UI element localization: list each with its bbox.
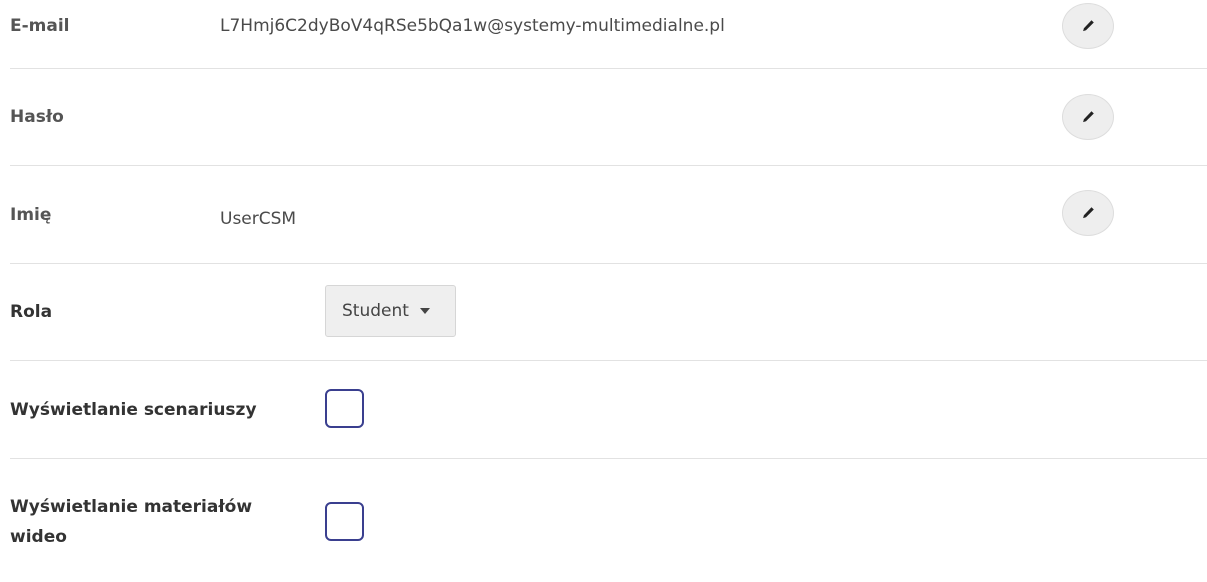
videos-checkbox[interactable] <box>325 502 364 541</box>
edit-name-button[interactable] <box>1062 190 1114 236</box>
password-label: Hasło <box>10 107 64 127</box>
role-dropdown-value: Student <box>342 301 409 321</box>
email-label: E-mail <box>10 16 70 36</box>
pencil-icon <box>1083 111 1094 123</box>
videos-row: Wyświetlanie materiałów wideo <box>10 459 1207 582</box>
scenarios-label: Wyświetlanie scenariuszy <box>10 400 257 420</box>
password-row: Hasło <box>10 68 1207 166</box>
name-label: Imię <box>10 205 52 225</box>
name-value: UserCSM <box>220 209 297 229</box>
pencil-icon <box>1083 20 1094 32</box>
role-row: Rola Student <box>10 264 1207 361</box>
email-row: E-mail L7Hmj6C2dyBoV4qRSe5bQa1w@systemy-… <box>10 0 1207 69</box>
videos-label: Wyświetlanie materiałów wideo <box>10 497 253 547</box>
scenarios-row: Wyświetlanie scenariuszy <box>10 361 1207 459</box>
scenarios-checkbox[interactable] <box>325 389 364 428</box>
name-row: Imię UserCSM <box>10 166 1207 264</box>
edit-password-button[interactable] <box>1062 94 1114 140</box>
email-value: L7Hmj6C2dyBoV4qRSe5bQa1w@systemy-multime… <box>220 16 725 36</box>
pencil-icon <box>1083 207 1094 219</box>
user-profile-form: E-mail L7Hmj6C2dyBoV4qRSe5bQa1w@systemy-… <box>0 0 1207 582</box>
role-label: Rola <box>10 302 53 322</box>
edit-email-button[interactable] <box>1062 3 1114 49</box>
caret-down-icon <box>419 308 430 314</box>
role-dropdown[interactable]: Student <box>325 285 456 337</box>
